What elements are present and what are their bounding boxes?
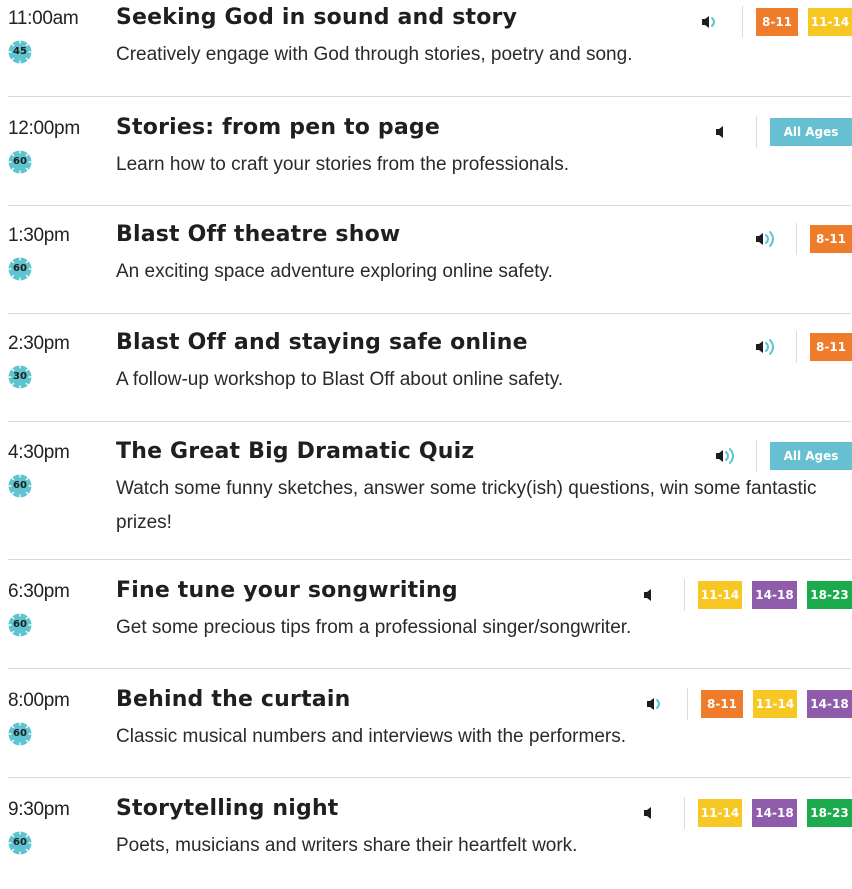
event-meta: 11-14 14-18 18-23 [639,579,852,611]
event-meta: All Ages [711,440,852,472]
row-divider [8,777,851,778]
duration-minutes: 45 [13,46,27,57]
age-badge: 11-14 [808,8,852,36]
age-badge: 8-11 [810,225,852,253]
volume-icon [711,445,745,467]
volume-icon [711,121,745,143]
event-title[interactable]: Blast Off theatre show [116,222,400,247]
age-badge: All Ages [770,442,852,470]
volume-icon [642,693,676,715]
event-time: 12:00pm [8,118,80,139]
separator [756,440,757,472]
duration-minutes: 60 [13,156,27,167]
duration-icon: 60 [8,722,32,746]
row-divider [8,559,851,560]
event-description: Watch some funny sketches, answer some t… [116,478,817,533]
event-row[interactable]: 6:30pm 60 Fine tune your songwriting Get s… [0,578,852,671]
event-description: Creatively engage with God through stori… [116,44,633,65]
event-time: 6:30pm [8,581,70,602]
duration-minutes: 60 [13,728,27,739]
duration-icon: 45 [8,40,32,64]
volume-icon [751,336,785,358]
duration-icon: 60 [8,613,32,637]
event-title[interactable]: Behind the curtain [116,687,350,712]
event-row[interactable]: 8:00pm 60 Behind the curtain Classic music… [0,687,852,780]
age-badge: 8-11 [701,690,743,718]
duration-icon: 60 [8,474,32,498]
volume-icon [751,228,785,250]
row-divider [8,205,851,206]
age-badge: 14-18 [752,799,797,827]
event-meta: 8-11 11-14 [697,6,852,38]
row-divider [8,421,851,422]
volume-icon [639,584,673,606]
event-description: Poets, musicians and writers share their… [116,835,578,856]
separator [684,579,685,611]
event-time: 4:30pm [8,442,70,463]
age-badge: 14-18 [807,690,852,718]
separator [796,223,797,255]
age-badge: All Ages [770,118,852,146]
age-badge: 18-23 [807,581,852,609]
volume-icon [697,11,731,33]
row-divider [8,668,851,669]
event-row[interactable]: 9:30pm 60 Storytelling night Poets, musici… [0,796,852,889]
event-time: 11:00am [8,8,79,29]
event-meta: 11-14 14-18 18-23 [639,797,852,829]
event-title[interactable]: Seeking God in sound and story [116,5,517,30]
event-time: 8:00pm [8,690,70,711]
event-time: 2:30pm [8,333,70,354]
duration-icon: 60 [8,257,32,281]
event-row[interactable]: 2:30pm 30 Blast Off and staying safe onli… [0,330,852,423]
age-badge: 11-14 [698,799,742,827]
age-badge: 8-11 [756,8,798,36]
separator [756,116,757,148]
duration-minutes: 30 [13,371,27,382]
event-description: Get some precious tips from a profession… [116,617,632,638]
duration-minutes: 60 [13,263,27,274]
event-title[interactable]: The Great Big Dramatic Quiz [116,439,474,464]
volume-icon [639,802,673,824]
separator [796,331,797,363]
event-description: A follow-up workshop to Blast Off about … [116,369,564,390]
event-title[interactable]: Storytelling night [116,796,339,821]
event-time: 9:30pm [8,799,70,820]
separator [742,6,743,38]
age-badge: 14-18 [752,581,797,609]
duration-minutes: 60 [13,619,27,630]
event-row[interactable]: 12:00pm 60 Stories: from pen to page Learn… [0,115,852,208]
event-title[interactable]: Blast Off and staying safe online [116,330,528,355]
age-badge: 18-23 [807,799,852,827]
event-row[interactable]: 11:00am 45 Seeking God in sound and story… [0,5,852,98]
duration-icon: 30 [8,365,32,389]
event-meta: 8-11 [751,223,852,255]
event-title[interactable]: Stories: from pen to page [116,115,440,140]
event-title[interactable]: Fine tune your songwriting [116,578,458,603]
separator [687,688,688,720]
age-badge: 11-14 [698,581,742,609]
duration-minutes: 60 [13,837,27,848]
event-description: Classic musical numbers and interviews w… [116,726,627,747]
duration-icon: 60 [8,831,32,855]
event-meta: 8-11 [751,331,852,363]
row-divider [8,96,851,97]
event-meta: All Ages [711,116,852,148]
event-row[interactable]: 4:30pm 60 The Great Big Dramatic Quiz Watc… [0,439,852,533]
duration-icon: 60 [8,150,32,174]
event-time: 1:30pm [8,225,70,246]
event-description: Learn how to craft your stories from the… [116,154,570,175]
event-description: An exciting space adventure exploring on… [116,261,553,282]
separator [684,797,685,829]
row-divider [8,313,851,314]
age-badge: 8-11 [810,333,852,361]
event-row[interactable]: 1:30pm 60 Blast Off theatre show An exciti… [0,222,852,315]
duration-minutes: 60 [13,480,27,491]
age-badge: 11-14 [753,690,797,718]
event-meta: 8-11 11-14 14-18 [642,688,852,720]
